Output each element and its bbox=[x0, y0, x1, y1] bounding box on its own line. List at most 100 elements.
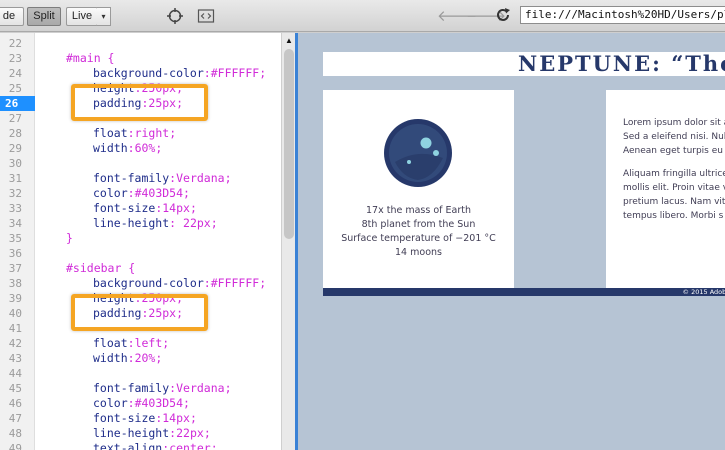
scroll-thumb[interactable] bbox=[284, 49, 294, 239]
css-value: 14px bbox=[162, 201, 190, 215]
scroll-up-arrow-icon[interactable]: ▲ bbox=[283, 35, 295, 47]
line-number: 45 bbox=[8, 382, 22, 395]
code-line: font-family:Verdana; bbox=[93, 381, 232, 395]
css-property: background-color bbox=[93, 66, 204, 80]
css-property: text-align bbox=[93, 441, 163, 450]
line-number: 28 bbox=[8, 127, 22, 140]
css-property: color bbox=[93, 396, 128, 410]
line-number: 22 bbox=[8, 37, 22, 50]
css-value: 22px bbox=[176, 216, 211, 230]
css-property: background-color bbox=[93, 276, 204, 290]
css-property: line-height bbox=[93, 426, 170, 440]
document-toolbar: de Split Live ▾ 🡐 🡒 file:///Macintosh%20… bbox=[0, 0, 725, 32]
css-selector: } bbox=[66, 231, 73, 245]
paragraph-2-line-3: pretium lacus. Nam vit bbox=[623, 197, 725, 207]
css-value: Verdana bbox=[176, 381, 225, 395]
paragraph-2-line-1: Aliquam fringilla ultrice bbox=[623, 169, 725, 179]
line-number: 26 bbox=[0, 96, 35, 111]
line-number: 36 bbox=[8, 247, 22, 260]
code-line: font-size:14px; bbox=[93, 201, 197, 215]
css-selector: #sidebar { bbox=[66, 261, 136, 275]
address-bar[interactable]: file:///Macintosh%20HD/Users/plant/Dro bbox=[520, 6, 725, 24]
css-selector: #main { bbox=[66, 51, 115, 65]
code-line: #main { bbox=[66, 51, 114, 66]
paragraph-1-line-3: Aenean eget turpis eu bbox=[623, 146, 723, 156]
paragraph-2-line-2: mollis elit. Proin vitae v bbox=[623, 183, 725, 193]
line-number: 32 bbox=[8, 187, 22, 200]
css-value: #403D54 bbox=[134, 396, 184, 410]
line-number: 35 bbox=[8, 232, 22, 245]
css-value: right bbox=[134, 126, 170, 140]
code-line: font-size:14px; bbox=[93, 411, 197, 425]
css-value: #403D54 bbox=[134, 186, 184, 200]
code-line: color:#403D54; bbox=[93, 396, 190, 410]
code-line: background-color:#FFFFFF; bbox=[93, 66, 267, 80]
padding-highlight-main bbox=[71, 84, 208, 121]
code-line: float:right; bbox=[93, 126, 177, 140]
line-number: 49 bbox=[8, 442, 22, 450]
refresh-icon[interactable] bbox=[494, 6, 512, 24]
neptune-planet-icon bbox=[384, 119, 452, 187]
paragraph-1-line-1: Lorem ipsum dolor sit a bbox=[623, 118, 725, 128]
sidebar-panel: 17x the mass of Earth 8th planet from th… bbox=[323, 90, 514, 288]
page-title: NEPTUNE: “The bbox=[518, 52, 725, 76]
crosshair-icon[interactable] bbox=[166, 7, 184, 25]
css-property: width bbox=[93, 141, 128, 155]
line-number: 27 bbox=[8, 112, 22, 125]
line-number: 37 bbox=[8, 262, 22, 275]
live-view-dropdown[interactable]: ▾ bbox=[97, 7, 111, 26]
css-value: left bbox=[134, 336, 163, 350]
page-footer: © 2015 Adobe St bbox=[323, 288, 725, 296]
line-number: 23 bbox=[8, 52, 22, 65]
css-property: font-family bbox=[93, 171, 170, 185]
code-scrollbar[interactable]: ▲ bbox=[281, 33, 295, 450]
line-number: 41 bbox=[8, 322, 22, 335]
code-line: } bbox=[66, 231, 73, 246]
footer-copyright: © 2015 Adobe St bbox=[682, 288, 725, 296]
css-property: line-height bbox=[93, 216, 170, 230]
code-line: float:left; bbox=[93, 336, 170, 350]
line-number: 34 bbox=[8, 217, 22, 230]
fact-order: 8th planet from the Sun bbox=[361, 219, 476, 230]
main-content-panel: Lorem ipsum dolor sit a Sed a eleifend n… bbox=[606, 90, 725, 288]
line-number: 47 bbox=[8, 412, 22, 425]
code-line: font-family:Verdana; bbox=[93, 171, 232, 185]
line-number: 44 bbox=[8, 367, 22, 380]
line-number: 25 bbox=[8, 82, 22, 95]
code-view-button[interactable]: de bbox=[0, 7, 24, 26]
code-line: line-height:22px; bbox=[93, 426, 211, 440]
css-value: #FFFFFF bbox=[210, 276, 260, 290]
css-value: #FFFFFF bbox=[210, 66, 260, 80]
code-line: width:20%; bbox=[93, 351, 163, 365]
line-number: 48 bbox=[8, 427, 22, 440]
code-line: width:60%; bbox=[93, 141, 163, 155]
line-number: 30 bbox=[8, 157, 22, 170]
code-brackets-icon[interactable] bbox=[197, 7, 215, 25]
css-value: center bbox=[169, 441, 211, 450]
code-line: background-color:#FFFFFF; bbox=[93, 276, 267, 290]
code-line: line-height: 22px; bbox=[93, 216, 218, 230]
css-property: font-size bbox=[93, 201, 156, 215]
css-value: Verdana bbox=[176, 171, 225, 185]
css-value: 22px bbox=[176, 426, 204, 440]
css-property: float bbox=[93, 336, 128, 350]
live-preview: NEPTUNE: “The 17x the mass of Earth 8th … bbox=[298, 33, 725, 450]
code-line: text-align:center; bbox=[93, 441, 218, 450]
fact-moons: 14 moons bbox=[395, 247, 442, 258]
page-header: NEPTUNE: “The bbox=[323, 52, 725, 76]
split-view-button[interactable]: Split bbox=[27, 7, 61, 26]
line-number: 39 bbox=[8, 292, 22, 305]
css-property: font-family bbox=[93, 381, 170, 395]
fact-temperature: Surface temperature of −201 °C bbox=[341, 233, 496, 244]
line-number: 43 bbox=[8, 352, 22, 365]
line-number: 42 bbox=[8, 337, 22, 350]
css-property: color bbox=[93, 186, 128, 200]
fact-mass: 17x the mass of Earth bbox=[366, 205, 471, 216]
line-number: 24 bbox=[8, 67, 22, 80]
css-value: 60% bbox=[134, 141, 156, 155]
css-value: 14px bbox=[162, 411, 190, 425]
paragraph-2-line-4: tempus libero. Morbi s bbox=[623, 211, 724, 221]
line-number: 31 bbox=[8, 172, 22, 185]
line-number: 29 bbox=[8, 142, 22, 155]
live-view-button[interactable]: Live bbox=[66, 7, 98, 26]
